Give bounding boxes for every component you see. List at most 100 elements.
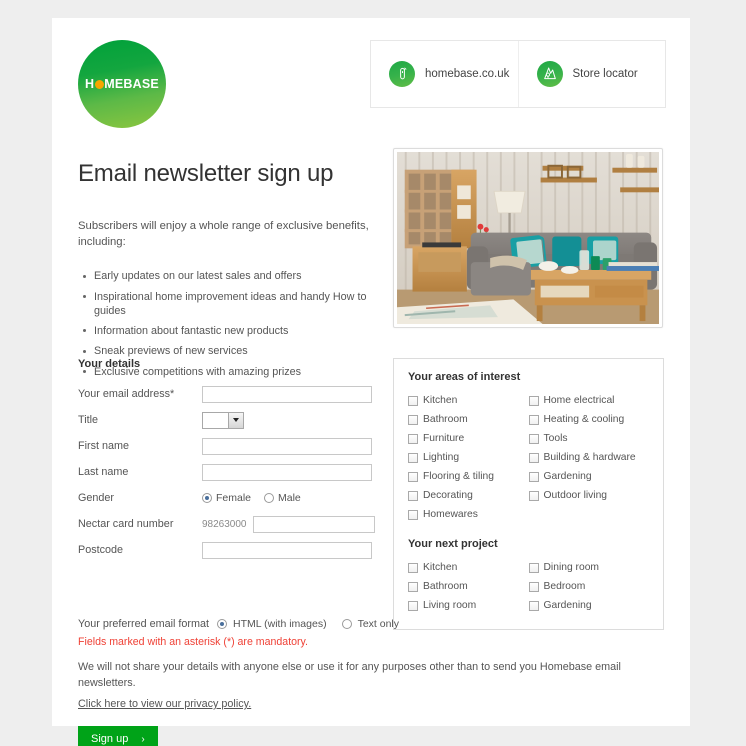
checkbox-icon[interactable] xyxy=(408,581,418,592)
field-row-gender: Gender Female Male xyxy=(78,485,378,511)
gender-radio-male[interactable] xyxy=(264,493,275,503)
checkbox-row[interactable]: Building & hardware xyxy=(528,448,650,467)
checkbox-label: Bathroom xyxy=(423,414,468,425)
checkbox-row[interactable]: Tools xyxy=(528,429,650,448)
email-field[interactable] xyxy=(202,385,372,403)
checkbox-icon[interactable] xyxy=(528,452,539,463)
mandatory-fields-note: Fields marked with an asterisk (*) are m… xyxy=(78,636,309,648)
checkbox-label: Homewares xyxy=(423,509,478,520)
email-format-option-label: HTML (with images) xyxy=(233,618,327,630)
nav-item-store-locator[interactable]: Store locator xyxy=(517,41,666,107)
intro-text: Subscribers will enjoy a whole range of … xyxy=(78,220,369,249)
email-format-label: Your preferred email format xyxy=(78,618,210,630)
email-format-radio-text[interactable] xyxy=(341,619,352,629)
checkbox-icon[interactable] xyxy=(408,490,418,501)
checkbox-label: Gardening xyxy=(543,471,592,482)
field-row-email: Your email address* xyxy=(78,381,378,407)
postcode-field[interactable] xyxy=(202,541,372,559)
site-header: H MEBASE homebase.co.uk Store locator xyxy=(52,18,690,128)
checkbox-row[interactable]: Furniture xyxy=(408,429,529,448)
field-row-first-name: First name xyxy=(78,433,378,459)
email-format-row: Your preferred email format HTML (with i… xyxy=(78,618,664,630)
checkbox-icon[interactable] xyxy=(528,600,539,611)
checkbox-icon[interactable] xyxy=(408,395,418,406)
email-format-radio-html[interactable] xyxy=(217,619,228,629)
privacy-policy-link[interactable]: Click here to view our privacy policy. xyxy=(78,698,251,710)
checkbox-icon[interactable] xyxy=(408,414,418,425)
checkbox-label: Kitchen xyxy=(423,562,458,573)
checkbox-row[interactable]: Bathroom xyxy=(408,577,529,596)
page-title: Email newsletter sign up xyxy=(78,160,334,187)
checkbox-icon[interactable] xyxy=(408,433,418,444)
store-locator-map-icon xyxy=(536,61,563,87)
gender-radio-group: Female Male xyxy=(202,492,310,504)
checkbox-icon[interactable] xyxy=(408,562,418,573)
checkbox-icon[interactable] xyxy=(528,433,539,444)
checkbox-row[interactable]: Gardening xyxy=(528,596,650,615)
checkbox-row[interactable]: Outdoor living xyxy=(528,486,650,505)
privacy-text: We will not share your details with anyo… xyxy=(78,661,621,689)
checkbox-icon[interactable] xyxy=(528,471,539,482)
checkbox-icon[interactable] xyxy=(408,509,418,520)
checkbox-row[interactable]: Bedroom xyxy=(528,577,650,596)
nectar-label: Nectar card number xyxy=(78,518,174,530)
checkbox-label: Outdoor living xyxy=(543,490,608,501)
homebase-logo: H MEBASE xyxy=(78,40,166,128)
checkbox-row[interactable]: Dining room xyxy=(528,558,650,577)
last-name-field[interactable] xyxy=(202,463,372,481)
checkbox-label: Kitchen xyxy=(423,395,458,406)
header-nav: homebase.co.uk Store locator xyxy=(370,40,666,108)
checkbox-label: Lighting xyxy=(423,452,460,463)
checkbox-icon[interactable] xyxy=(408,452,418,463)
nav-item-homebase-couk[interactable]: homebase.co.uk xyxy=(371,41,518,107)
gender-radio-female[interactable] xyxy=(202,493,212,503)
chevron-down-icon xyxy=(228,412,243,428)
nectar-card-field[interactable] xyxy=(252,515,375,533)
checkbox-row[interactable]: Kitchen xyxy=(408,391,529,410)
checkbox-icon[interactable] xyxy=(528,562,539,573)
checkbox-icon[interactable] xyxy=(528,395,539,406)
first-name-label: First name xyxy=(78,440,129,452)
checkbox-icon[interactable] xyxy=(528,490,539,501)
computer-mouse-icon xyxy=(389,61,415,87)
logo-wordmark: H MEBASE xyxy=(85,77,159,91)
next-project-column-left: Kitchen Bathroom Living room xyxy=(408,558,529,615)
checkbox-row[interactable]: Homewares xyxy=(408,505,529,524)
email-format-option-label: Text only xyxy=(357,618,400,630)
checkbox-label: Flooring & tiling xyxy=(423,471,494,482)
checkbox-row[interactable]: Gardening xyxy=(528,467,650,486)
gender-option-label: Male xyxy=(278,492,301,504)
checkbox-label: Living room xyxy=(423,600,477,611)
title-select[interactable] xyxy=(202,411,244,429)
checkbox-row[interactable]: Kitchen xyxy=(408,558,529,577)
checkbox-row[interactable]: Flooring & tiling xyxy=(408,467,529,486)
next-project-grid: Kitchen Bathroom Living room Dining room… xyxy=(408,558,649,615)
logo-text-after: MEBASE xyxy=(104,77,159,91)
sign-up-button[interactable]: Sign up › xyxy=(78,726,158,746)
checkbox-row[interactable]: Decorating xyxy=(408,486,529,505)
checkbox-row[interactable]: Living room xyxy=(408,596,529,615)
first-name-field[interactable] xyxy=(202,437,372,455)
checkbox-label: Bedroom xyxy=(543,581,586,592)
sign-up-button-label: Sign up xyxy=(91,733,129,746)
field-row-title: Title xyxy=(78,407,378,433)
checkbox-row[interactable]: Home electrical xyxy=(528,391,650,410)
areas-of-interest-column-left: Kitchen Bathroom Furniture Lighting Floo… xyxy=(408,391,529,524)
list-item: Information about fantastic new products xyxy=(83,321,398,341)
checkbox-row[interactable]: Heating & cooling xyxy=(528,410,650,429)
checkbox-icon[interactable] xyxy=(408,600,418,611)
checkbox-icon[interactable] xyxy=(528,414,539,425)
checkbox-icon[interactable] xyxy=(528,581,539,592)
checkbox-icon[interactable] xyxy=(408,471,418,482)
nav-item-label: homebase.co.uk xyxy=(425,68,510,80)
list-item: Early updates on our latest sales and of… xyxy=(83,266,398,286)
orange-dot-o-icon xyxy=(94,79,104,89)
checkbox-row[interactable]: Lighting xyxy=(408,448,529,467)
interests-panel: Your areas of interest Kitchen Bathroom … xyxy=(393,358,664,630)
title-label: Title xyxy=(78,414,98,426)
logo-text-before: H xyxy=(85,77,95,91)
nav-item-label: Store locator xyxy=(572,68,638,80)
areas-of-interest-grid: Kitchen Bathroom Furniture Lighting Floo… xyxy=(408,391,649,524)
checkbox-row[interactable]: Bathroom xyxy=(408,410,529,429)
hero-image-frame xyxy=(393,148,663,328)
